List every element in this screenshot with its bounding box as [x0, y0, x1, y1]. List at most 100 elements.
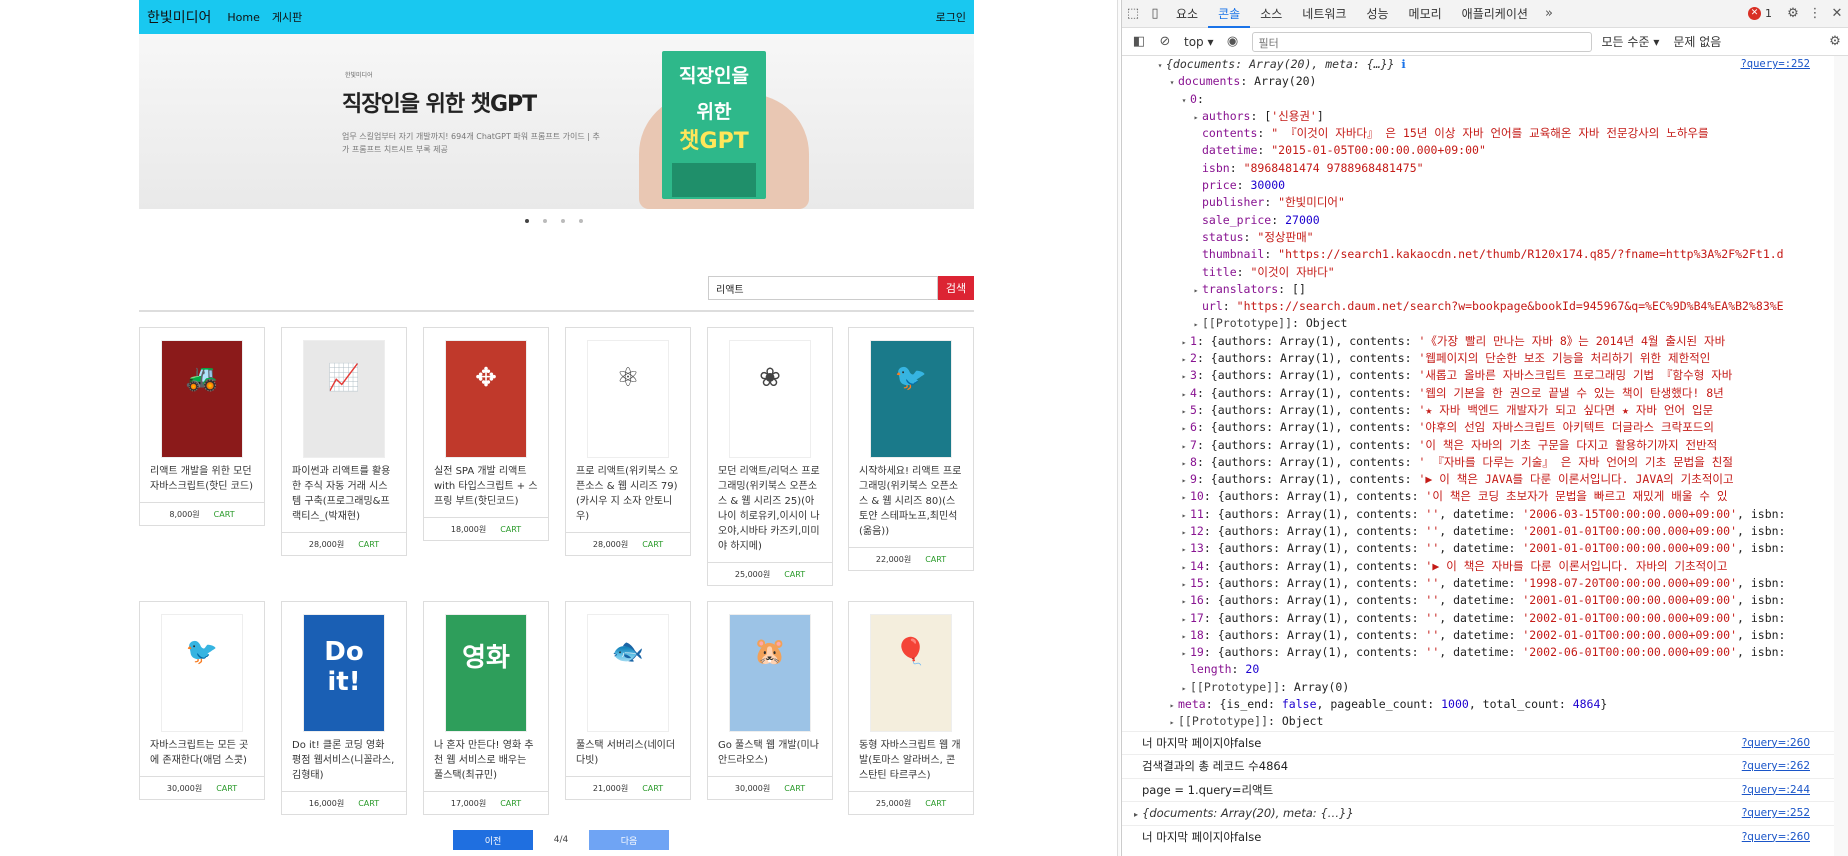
book-cover-image[interactable]: 🐹 — [729, 614, 811, 732]
expand-triangle-icon[interactable]: ▸ — [1178, 559, 1190, 575]
search-button[interactable]: 검색 — [938, 276, 974, 300]
console-object-line[interactable]: ▸ 18: {authors: Array(1), contents: '', d… — [1122, 627, 1848, 644]
expand-triangle-icon[interactable]: ▸ — [1178, 593, 1190, 609]
expand-triangle-icon[interactable]: ▸ — [1178, 438, 1190, 454]
book-cover-image[interactable]: 🎈 — [870, 614, 952, 732]
add-to-cart-link[interactable]: CART — [500, 525, 521, 534]
expand-triangle-icon[interactable]: ▸ — [1190, 282, 1202, 298]
collapse-triangle-icon[interactable]: ▾ — [1154, 57, 1166, 73]
console-object-line[interactable]: ▸ 4: {authors: Array(1), contents: '웹의 기본… — [1122, 385, 1848, 402]
kebab-menu-icon[interactable]: ⋮ — [1804, 6, 1826, 21]
console-object-line[interactable]: ▸ [[Prototype]]: Object — [1122, 713, 1848, 730]
book-card[interactable]: 🐦 시작하세요! 리액트 프로그래밍(위키북스 오픈소스 & 웹 시리즈 80)(… — [848, 327, 974, 571]
issues-badge[interactable]: 문제 없음 — [1673, 33, 1721, 50]
log-level-dropdown[interactable]: 모든 수준 ▾ — [1602, 33, 1660, 50]
expand-triangle-icon[interactable]: ▸ — [1178, 507, 1190, 523]
console-object-line[interactable]: ▸ [[Prototype]]: Array(0) — [1122, 679, 1848, 696]
console-object-line[interactable]: ▸ 7: {authors: Array(1), contents: '이 책은 … — [1122, 437, 1848, 454]
expand-triangle-icon[interactable]: ▸ — [1178, 680, 1190, 696]
nav-board-link[interactable]: 게시판 — [272, 9, 302, 25]
login-link[interactable]: 로그인 — [936, 9, 966, 25]
expand-triangle-icon[interactable]: ▸ — [1178, 628, 1190, 644]
carousel-dot[interactable] — [543, 219, 547, 223]
expand-triangle-icon[interactable]: ▸ — [1166, 714, 1178, 730]
console-object-line[interactable]: ▸ [[Prototype]]: Object — [1122, 315, 1848, 332]
book-card[interactable]: 영화 나 혼자 만든다! 영화 추천 웹 서비스로 배우는 풀스택(최규민) 17,… — [423, 601, 549, 815]
brand-logo[interactable]: 한빛미디어 — [147, 7, 211, 27]
console-settings-icon[interactable]: ⚙ — [1822, 34, 1848, 49]
expand-triangle-icon[interactable]: ▸ — [1178, 455, 1190, 471]
console-object-line[interactable]: ▸ 16: {authors: Array(1), contents: '', d… — [1122, 592, 1848, 609]
console-object-line[interactable]: ▸ 1: {authors: Array(1), contents: '《가장 빨… — [1122, 333, 1848, 350]
console-object-line[interactable]: ▸ meta: {is_end: false, pageable_count: 1… — [1122, 696, 1848, 713]
source-location-link[interactable]: ?query=:260 — [1737, 825, 1810, 849]
devtools-tab[interactable]: 네트워크 — [1292, 0, 1356, 28]
add-to-cart-link[interactable]: CART — [358, 540, 379, 549]
source-location-link[interactable]: ?query=:252 — [1737, 802, 1810, 825]
console-object-line[interactable]: ▾ 0: — [1122, 91, 1848, 108]
expand-triangle-icon[interactable]: ▸ — [1190, 316, 1202, 332]
console-object-line[interactable]: ▸ 12: {authors: Array(1), contents: '', d… — [1122, 523, 1848, 540]
console-object-line[interactable]: ▸ 17: {authors: Array(1), contents: '', d… — [1122, 610, 1848, 627]
add-to-cart-link[interactable]: CART — [358, 799, 379, 808]
search-input[interactable]: 리액트 — [708, 276, 938, 300]
expand-triangle-icon[interactable]: ▸ — [1178, 645, 1190, 661]
device-toggle-icon[interactable]: ▯ — [1144, 6, 1166, 21]
book-title[interactable]: 동형 자바스크립트 웹 개발(토마스 알라버스, 콘스탄틴 타르쿠스) — [849, 732, 973, 783]
add-to-cart-link[interactable]: CART — [925, 799, 946, 808]
context-selector[interactable]: top ▾ — [1178, 35, 1220, 49]
console-log-message[interactable]: ▸ {documents: Array(20), meta: {…}} ?query… — [1122, 801, 1848, 825]
console-object-line[interactable]: ▸ 6: {authors: Array(1), contents: '야후의 선… — [1122, 419, 1848, 436]
console-object-line[interactable]: ▸ 2: {authors: Array(1), contents: '웹페이지의… — [1122, 350, 1848, 367]
book-card[interactable]: 🐟 풀스택 서버리스(네이더 다빗) 21,000원 CART — [565, 601, 691, 800]
console-object-line[interactable]: ▸ 11: {authors: Array(1), contents: '', d… — [1122, 506, 1848, 523]
sidebar-toggle-icon[interactable]: ◧ — [1126, 34, 1152, 49]
book-cover-image[interactable]: 영화 — [445, 614, 527, 732]
console-object-line[interactable]: ▸ 15: {authors: Array(1), contents: '', d… — [1122, 575, 1848, 592]
devtools-tab[interactable]: 성능 — [1356, 0, 1398, 28]
add-to-cart-link[interactable]: CART — [784, 570, 805, 579]
console-object-line[interactable]: ▾ documents: Array(20) — [1122, 73, 1848, 90]
console-object-line[interactable]: ▸ 3: {authors: Array(1), contents: '새롭고 올… — [1122, 367, 1848, 384]
book-title[interactable]: Go 풀스택 웹 개발(미나 안드라오스) — [708, 732, 832, 768]
add-to-cart-link[interactable]: CART — [500, 799, 521, 808]
collapse-triangle-icon[interactable]: ▾ — [1178, 92, 1190, 108]
source-location-link[interactable]: ?query=:262 — [1737, 755, 1810, 778]
book-card[interactable]: 🐹 Go 풀스택 웹 개발(미나 안드라오스) 30,000원 CART — [707, 601, 833, 800]
book-cover-image[interactable]: Do it! — [303, 614, 385, 732]
expand-triangle-icon[interactable]: ▸ — [1190, 109, 1202, 125]
book-title[interactable]: 파이썬과 리액트를 활용한 주식 자동 거래 시스템 구축(프로그래밍&프랙티스… — [282, 458, 406, 524]
book-cover-image[interactable]: ⚛ — [587, 340, 669, 458]
book-title[interactable]: 나 혼자 만든다! 영화 추천 웹 서비스로 배우는 풀스택(최규민) — [424, 732, 548, 783]
collapse-triangle-icon[interactable]: ▾ — [1166, 74, 1178, 90]
book-cover-image[interactable]: 🐦 — [161, 614, 243, 732]
expand-triangle-icon[interactable]: ▸ — [1178, 576, 1190, 592]
console-object-line[interactable]: ▸ translators: [] — [1122, 281, 1848, 298]
console-object-line[interactable]: ▾ {documents: Array(20), meta: {…}} ℹ ?que… — [1122, 56, 1848, 74]
expand-triangle-icon[interactable]: ▸ — [1178, 386, 1190, 402]
prev-page-button[interactable]: 이전 — [453, 830, 533, 850]
console-object-line[interactable]: ▸ authors: ['신용권'] — [1122, 108, 1848, 125]
book-title[interactable]: 자바스크립트는 모든 곳에 존재한다(애덤 스콧) — [140, 732, 264, 768]
expand-triangle-icon[interactable]: ▸ — [1178, 611, 1190, 627]
more-tabs-icon[interactable]: » — [1538, 6, 1560, 21]
add-to-cart-link[interactable]: CART — [925, 555, 946, 564]
hero-banner[interactable]: 한빛미디어 직장인을 위한 챗GPT 업무 스킬업부터 자기 개발까지! 694… — [139, 34, 974, 209]
carousel-dot[interactable] — [561, 219, 565, 223]
devtools-splitter[interactable] — [1117, 0, 1120, 856]
source-location-link[interactable]: ?query=:252 — [1736, 56, 1810, 74]
console-object-line[interactable]: ▸ 13: {authors: Array(1), contents: '', d… — [1122, 540, 1848, 557]
expand-triangle-icon[interactable]: ▸ — [1178, 524, 1190, 540]
book-title[interactable]: Do it! 클론 코딩 영화 평점 웹서비스(니꼴라스,김형태) — [282, 732, 406, 783]
expand-triangle-icon[interactable]: ▸ — [1178, 403, 1190, 419]
book-title[interactable]: 실전 SPA 개발 리액트 with 타입스크립트 + 스프링 부트(핫딘코드) — [424, 458, 548, 509]
book-cover-image[interactable]: ✥ — [445, 340, 527, 458]
inspect-icon[interactable]: ⬚ — [1122, 6, 1144, 21]
book-title[interactable]: 리액트 개발을 위한 모던 자바스크립트(핫딘 코드) — [140, 458, 264, 494]
carousel-dot[interactable] — [579, 219, 583, 223]
book-card[interactable]: Do it! Do it! 클론 코딩 영화 평점 웹서비스(니꼴라스,김형태) 1… — [281, 601, 407, 815]
book-cover-image[interactable]: 🐟 — [587, 614, 669, 732]
console-object-line[interactable]: ▸ 14: {authors: Array(1), contents: '▶ 이 … — [1122, 558, 1848, 575]
expand-triangle-icon[interactable]: ▸ — [1178, 472, 1190, 488]
carousel-dot[interactable] — [525, 219, 529, 223]
